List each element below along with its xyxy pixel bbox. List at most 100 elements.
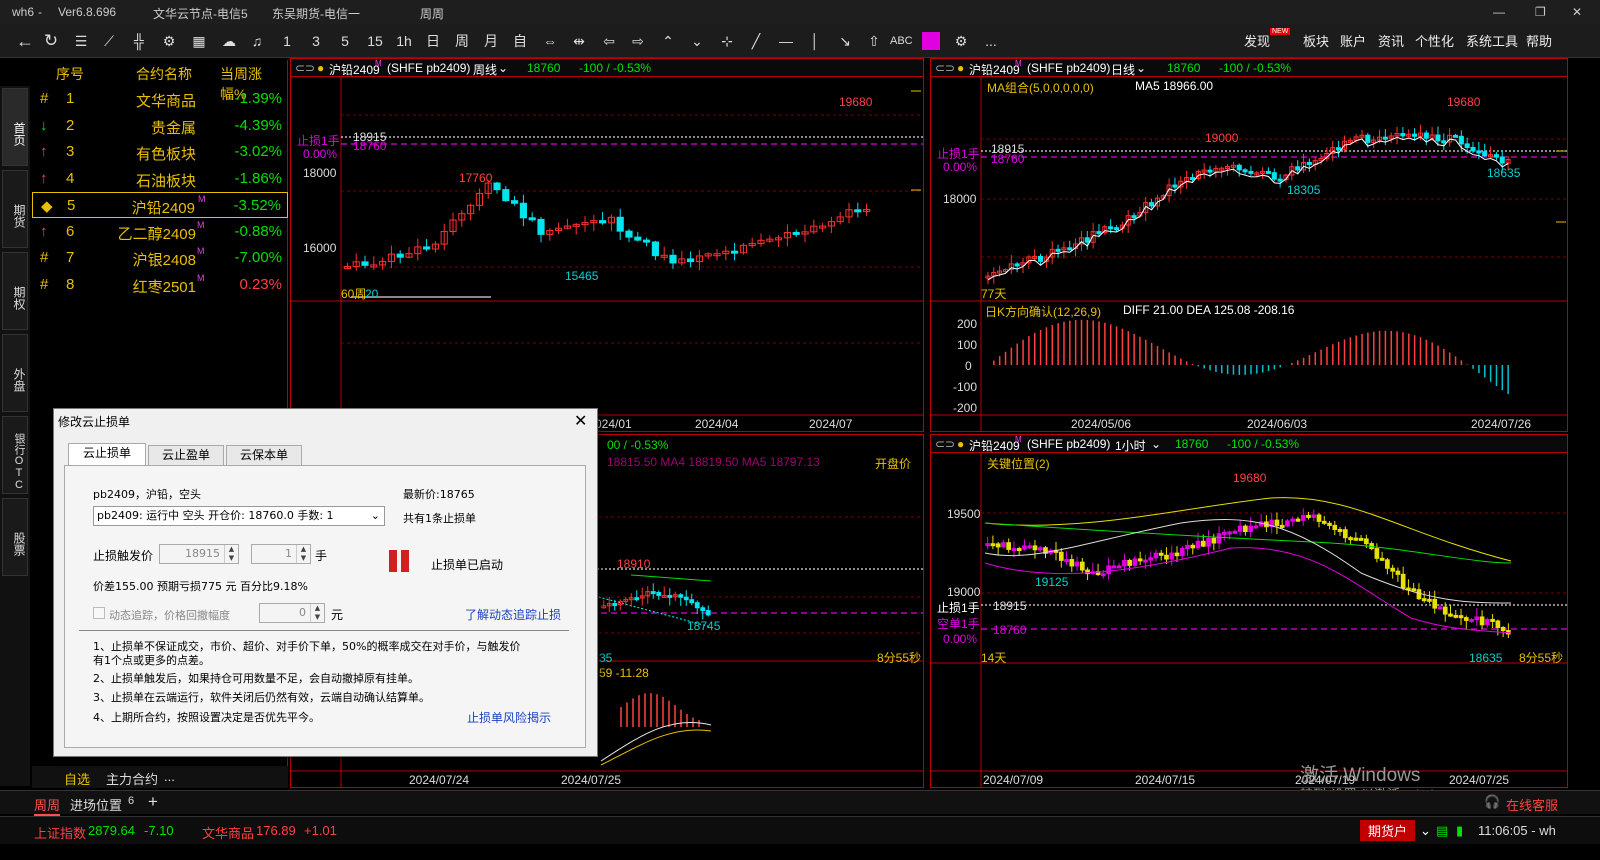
settings-icon[interactable]: ⚙ <box>950 30 972 52</box>
draw-line-icon[interactable]: ╱ <box>745 30 767 52</box>
tab-cloud-stoploss[interactable]: 云止损单 <box>68 443 146 465</box>
watchlist-row[interactable]: ↑ 3 有色板块 -3.02% <box>32 139 288 165</box>
chart-weekly-panel[interactable]: ⊂⊃ ● 沪铅2409 M (SHFE pb2409) 周线 ⌄ 18760 -… <box>290 58 924 432</box>
online-service-link[interactable]: 在线客服 <box>1506 795 1558 814</box>
period-month[interactable]: 月 <box>480 30 502 52</box>
menu-help[interactable]: 帮助 <box>1526 31 1552 50</box>
period-1h[interactable]: 1h <box>393 30 415 52</box>
period-15[interactable]: 15 <box>364 30 386 52</box>
back-icon[interactable]: ← <box>14 30 36 52</box>
horizontal-line-icon[interactable]: — <box>775 30 797 52</box>
menu-account[interactable]: 账户 <box>1340 31 1366 50</box>
period-select[interactable]: 周线 <box>473 61 497 78</box>
chart-hourly-panel[interactable]: ⊂⊃ ● 沪铅2409 M (SHFE pb2409) 1小时 ⌄ 18760 … <box>930 434 1568 788</box>
watchlist-row[interactable]: #7 沪银2408 M -7.00% <box>32 245 288 271</box>
period-3[interactable]: 3 <box>305 30 327 52</box>
trigger-price-input[interactable]: 18915 ▲ ▼ <box>159 544 239 564</box>
line-chart-icon[interactable]: ⟋ <box>98 30 120 52</box>
text-tool[interactable]: ABC <box>890 30 913 52</box>
restore-icon[interactable]: ❐ <box>1535 5 1546 19</box>
tab-foreign[interactable]: 外盘 <box>2 334 28 412</box>
zoom-out-icon[interactable]: ⇹ <box>568 30 590 52</box>
tab-bank-otc[interactable]: 银行OTC <box>2 416 28 494</box>
tab-entry-positions[interactable]: 进场位置 <box>70 795 122 814</box>
strategy-icon[interactable]: ⚙ <box>158 30 180 52</box>
menu-news[interactable]: 资讯 <box>1378 31 1404 50</box>
period-day[interactable]: 日 <box>422 30 444 52</box>
watchlist-row[interactable]: ↑ 6 乙二醇2409 M -0.88% <box>32 219 288 245</box>
more-icon[interactable]: ... <box>980 30 1002 52</box>
pause-icon[interactable] <box>389 550 397 572</box>
period-1[interactable]: 1 <box>276 30 298 52</box>
link-icon[interactable]: ⊂⊃ <box>295 61 315 75</box>
arrow-icon[interactable]: ↘ <box>834 30 856 52</box>
cloud-icon[interactable]: ☁ <box>218 30 240 52</box>
tab-cloud-breakeven[interactable]: 云保本单 <box>226 445 302 465</box>
headset-icon[interactable]: 🎧 <box>1484 794 1500 810</box>
watchlist-row[interactable]: ↓ 2 贵金属 -4.39% <box>32 113 288 139</box>
scroll-down-icon[interactable]: ⌄ <box>686 30 708 52</box>
period-5[interactable]: 5 <box>334 30 356 52</box>
ma-indicator-label[interactable]: MA组合(5,0,0,0,0,0) <box>987 79 1094 96</box>
link-icon[interactable]: ⊂⊃ <box>935 437 955 451</box>
zoom-in-icon[interactable]: ⇔ <box>539 30 561 52</box>
risk-disclosure-link[interactable]: 止损单风险揭示 <box>467 709 551 726</box>
menu-system-tools[interactable]: 系统工具 <box>1466 31 1518 50</box>
candle-body <box>612 603 618 607</box>
candlestick-icon[interactable]: ╬ <box>128 30 150 52</box>
period-select[interactable]: 日线 <box>1111 61 1135 78</box>
tab-stocks[interactable]: 股票 <box>2 498 28 576</box>
link-icon[interactable]: ⊂⊃ <box>935 61 955 75</box>
refresh-icon[interactable]: ↻ <box>40 30 62 52</box>
col-header-name[interactable]: 合约名称 <box>136 64 192 84</box>
grid-icon[interactable]: ▦ <box>188 30 210 52</box>
menu-personalize[interactable]: 个性化 <box>1415 31 1454 50</box>
period-select[interactable]: 1小时 <box>1115 437 1146 454</box>
scroll-left-icon[interactable]: ⇦ <box>598 30 620 52</box>
tab-futures[interactable]: 期货 <box>2 170 28 248</box>
candle-body <box>1179 548 1185 557</box>
period-custom[interactable]: 自 <box>509 30 531 52</box>
candle-body <box>656 592 662 596</box>
trail-amount-input[interactable]: 0 ▲ ▼ <box>259 603 325 623</box>
menu-discover[interactable]: 发现 <box>1244 31 1270 50</box>
col-header-no[interactable]: 序号 <box>56 64 84 84</box>
up-arrow-icon[interactable]: ⇧ <box>863 30 885 52</box>
tab-more[interactable]: ... <box>164 769 175 784</box>
dropdown-icon[interactable]: ⌄ <box>1420 823 1431 839</box>
tab-main-contracts[interactable]: 主力合约 <box>106 769 158 788</box>
crosshair-icon[interactable]: ⊹ <box>716 30 738 52</box>
color-picker[interactable] <box>922 32 940 50</box>
trailing-checkbox[interactable] <box>93 607 105 619</box>
key-level-indicator[interactable]: 关键位置(2) <box>987 455 1050 472</box>
candle-body <box>694 602 700 609</box>
trailing-help-link[interactable]: 了解动态追踪止损 <box>465 606 561 623</box>
candle-body <box>651 241 659 257</box>
tab-zhouzhou[interactable]: 周周 <box>34 795 61 816</box>
close-window-icon[interactable]: ✕ <box>1572 5 1582 19</box>
tab-home[interactable]: 首页 <box>2 88 28 166</box>
minimize-icon[interactable]: — <box>1493 5 1505 19</box>
bell-icon[interactable]: ♫ <box>246 30 268 52</box>
watchlist-row[interactable]: ↑ 4 石油板块 -1.86% <box>32 166 288 192</box>
chart-daily-panel[interactable]: ⊂⊃ ● 沪铅2409 M (SHFE pb2409) 日线 ⌄ 18760 -… <box>930 58 1568 432</box>
menu-sector[interactable]: 板块 <box>1303 31 1329 50</box>
vertical-line-icon[interactable]: │ <box>804 30 826 52</box>
macd-label[interactable]: 日K方向确认(12,26,9) <box>985 303 1101 320</box>
add-tab-icon[interactable]: + <box>148 792 158 812</box>
dialog-close-icon[interactable]: ✕ <box>574 411 587 430</box>
quantity-input[interactable]: 1 ▲ ▼ <box>251 544 311 564</box>
watchlist-row[interactable]: ◆ 5 沪铅2409 M -3.52% <box>32 192 288 218</box>
scroll-up-icon[interactable]: ⌃ <box>657 30 679 52</box>
keyboard-icon[interactable]: ▤ <box>1436 823 1448 839</box>
tab-options[interactable]: 期权 <box>2 252 28 330</box>
tab-cloud-takeprofit[interactable]: 云止盈单 <box>148 445 224 465</box>
account-button[interactable]: 期货户 <box>1360 820 1416 841</box>
list-icon[interactable]: ☰ <box>70 30 92 52</box>
tab-favorites[interactable]: 自选 <box>64 769 90 788</box>
scroll-right-icon[interactable]: ⇨ <box>627 30 649 52</box>
position-select[interactable]: pb2409: 运行中 空头 开仓价: 18760.0 手数: 1 ⌄ <box>93 506 385 526</box>
watchlist-row[interactable]: #1 文华商品 -1.39% <box>32 86 288 112</box>
period-week[interactable]: 周 <box>451 30 473 52</box>
watchlist-row[interactable]: #8 红枣2501 M 0.23% <box>32 272 288 298</box>
